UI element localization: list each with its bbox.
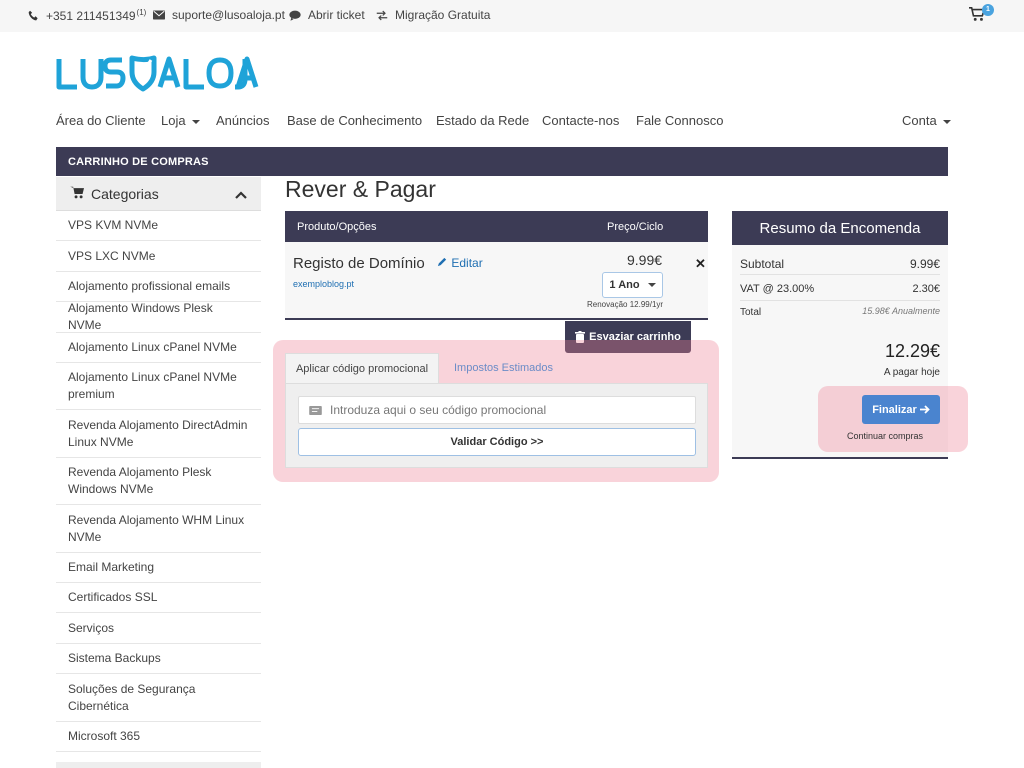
sidebar-item[interactable]: Sistema Backups: [56, 644, 261, 674]
sidebar-title: Categorias: [91, 185, 159, 202]
vat-value: 2.30€: [912, 283, 940, 295]
sidebar-item[interactable]: Alojamento profissional emails: [56, 272, 261, 302]
tab-estimated-taxes[interactable]: Impostos Estimados: [454, 362, 553, 374]
col-product-header: Produto/Opções: [297, 221, 377, 233]
sidebar-item[interactable]: VPS LXC NVMe: [56, 241, 261, 272]
promo-panel: Introduza aqui o seu código promocional …: [285, 383, 708, 468]
nav-talk[interactable]: Fale Connosco: [636, 113, 723, 128]
cart-table-header: Produto/Opções Preço/Ciclo: [285, 211, 708, 242]
sidebar-item[interactable]: Microsoft 365: [56, 722, 261, 752]
promo-code-input[interactable]: Introduza aqui o seu código promocional: [298, 396, 696, 424]
remove-item-icon[interactable]: ✕: [695, 256, 706, 272]
sidebar-item[interactable]: Revenda Alojamento Plesk Windows NVMe: [56, 458, 261, 505]
checkout-button[interactable]: Finalizar: [862, 395, 940, 424]
sidebar-item[interactable]: VPS KVM NVMe: [56, 211, 261, 241]
item-name: Registo de Domínio: [293, 255, 425, 272]
item-price: 9.99€: [627, 252, 663, 268]
migration-link[interactable]: Migração Gratuita: [375, 8, 490, 22]
email-text: suporte@lusoaloja.pt: [172, 8, 285, 22]
phone-sup: (1): [136, 8, 147, 17]
sidebar-item[interactable]: Revenda Alojamento DirectAdmin Linux NVM…: [56, 410, 261, 458]
migration-text: Migração Gratuita: [395, 8, 491, 22]
sidebar-item[interactable]: Email Marketing: [56, 553, 261, 583]
vat-row: VAT @ 23.00% 2.30€: [740, 277, 940, 301]
total-recurring: 15.98€ Anualmente: [862, 306, 940, 316]
promo-section: Aplicar código promocional Impostos Esti…: [285, 353, 708, 468]
chevron-up-icon[interactable]: [235, 186, 247, 202]
item-domain: exemploblog.pt: [293, 279, 355, 289]
sidebar-item[interactable]: Revenda Alojamento WHM Linux NVMe: [56, 505, 261, 553]
open-ticket-link[interactable]: Abrir ticket: [288, 8, 365, 22]
sidebar-list: VPS KVM NVMe VPS LXC NVMe Alojamento pro…: [56, 211, 261, 752]
checkout-label: Finalizar: [872, 403, 917, 416]
total-due-today: 12.29€: [884, 341, 940, 361]
sidebar-item[interactable]: Alojamento Linux cPanel NVMe: [56, 333, 261, 363]
cart-count-badge: 1: [982, 4, 994, 16]
top-bar: +351 211451349(1) suporte@lusoaloja.pt A…: [0, 0, 1024, 32]
nav-knowledgebase[interactable]: Base de Conhecimento: [287, 113, 422, 128]
promo-code-placeholder: Introduza aqui o seu código promocional: [330, 403, 547, 417]
email-link[interactable]: suporte@lusoaloja.pt: [152, 8, 285, 22]
logo[interactable]: [56, 54, 262, 94]
tab-promo-code[interactable]: Aplicar código promocional: [285, 353, 439, 383]
total-label: Total: [740, 307, 762, 318]
nav-store[interactable]: Loja: [161, 113, 200, 128]
vat-label: VAT @ 23.00%: [740, 283, 815, 295]
order-summary-title: Resumo da Encomenda: [732, 211, 948, 245]
caret-down-icon: [647, 283, 656, 287]
sidebar-item[interactable]: Alojamento Linux cPanel NVMe premium: [56, 363, 261, 410]
sidebar-item[interactable]: Certificados SSL: [56, 583, 261, 613]
subtotal-row: Subtotal 9.99€: [740, 251, 940, 275]
phone-number: +351 211451349: [46, 9, 136, 23]
nav-client-area[interactable]: Área do Cliente: [56, 113, 146, 128]
nav-account[interactable]: Conta: [902, 113, 951, 128]
caret-down-icon: [942, 119, 951, 124]
subtotal-label: Subtotal: [740, 257, 785, 271]
ticket-icon: [309, 405, 322, 415]
sidebar-header[interactable]: Categorias: [56, 177, 261, 211]
subtotal-value: 9.99€: [909, 257, 940, 271]
due-today-label: A pagar hoje: [883, 367, 940, 378]
pencil-icon: [437, 257, 447, 267]
caret-down-icon: [191, 119, 200, 124]
phone-link[interactable]: +351 211451349(1): [26, 8, 146, 23]
renewal-text: Renovação 12.99/1yr: [587, 300, 664, 309]
chat-icon: [288, 10, 302, 21]
billing-cycle-value: 1 Ano: [609, 279, 640, 291]
nav-account-label: Conta: [902, 113, 937, 128]
cart-icon: [70, 186, 85, 202]
col-price-header: Preço/Ciclo: [607, 221, 664, 233]
phone-icon: [26, 10, 40, 21]
section-bar: CARRINHO DE COMPRAS: [56, 147, 948, 176]
continue-shopping-link[interactable]: Continuar compras: [847, 431, 923, 441]
nav-contact[interactable]: Contacte-nos: [542, 113, 619, 128]
edit-link[interactable]: Editar: [437, 256, 483, 270]
page-title: Rever & Pagar: [285, 176, 436, 202]
arrow-right-icon: [919, 405, 930, 414]
nav-network-status[interactable]: Estado da Rede: [436, 113, 529, 128]
cart-item-row: Registo de Domínio Editar exemploblog.pt…: [285, 242, 708, 320]
sidebar-item[interactable]: Soluções de Segurança Cibernética: [56, 674, 261, 722]
billing-cycle-select[interactable]: 1 Ano: [602, 272, 663, 298]
edit-label: Editar: [451, 256, 483, 270]
sidebar-next-panel: [56, 762, 261, 768]
nav-announcements[interactable]: Anúncios: [216, 113, 269, 128]
envelope-icon: [152, 10, 166, 20]
nav-store-label: Loja: [161, 113, 186, 128]
validate-code-button[interactable]: Validar Código >>: [298, 428, 696, 456]
sidebar-item[interactable]: Alojamento Windows Plesk NVMe: [56, 301, 261, 333]
exchange-icon: [375, 10, 389, 21]
sidebar-item[interactable]: Serviços: [56, 613, 261, 644]
open-ticket-text: Abrir ticket: [308, 8, 365, 22]
